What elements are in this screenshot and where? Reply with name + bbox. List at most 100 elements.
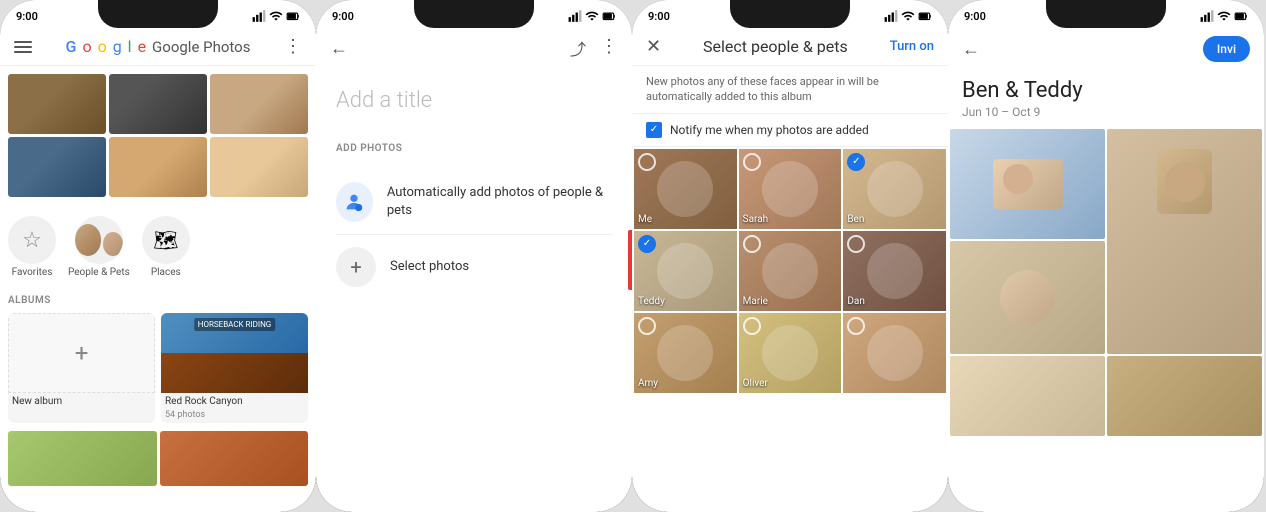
share-button[interactable]: ⤴ xyxy=(570,36,586,60)
album-info: Ben & Teddy Jun 10 – Oct 9 xyxy=(948,70,1264,129)
person-card-me[interactable]: Me xyxy=(634,149,737,229)
phone-4: 9:00 ← Invi Ben & Teddy Jun 10 – Oct 9 xyxy=(948,0,1264,512)
red-rock-thumb: HORSEBACK RIDING xyxy=(161,313,308,393)
places-category[interactable]: 🗺 Places xyxy=(142,216,190,278)
wifi-icon-3 xyxy=(901,9,915,23)
people-face-icon: 🐾 xyxy=(336,182,373,222)
logo-g2: g xyxy=(113,37,122,56)
auto-add-text: Automatically add photos of people & pet… xyxy=(387,184,612,220)
person-name-ben: Ben xyxy=(847,214,864,225)
collage-photo-2[interactable] xyxy=(1107,129,1262,354)
dan-select-circle[interactable] xyxy=(847,235,865,253)
photo-row-1 xyxy=(8,74,308,134)
star-icon: ☆ xyxy=(22,228,42,253)
face-teddy-circle xyxy=(657,243,713,299)
signal-icon xyxy=(252,9,266,23)
collage-photo-3[interactable] xyxy=(950,241,1105,354)
ben-select-circle[interactable]: ✓ xyxy=(847,153,865,171)
sign-text: HORSEBACK RIDING xyxy=(194,318,276,331)
collage-photo-5[interactable] xyxy=(1107,356,1262,436)
person-card-oliver[interactable]: Oliver xyxy=(739,313,842,393)
places-icon-container: 🗺 xyxy=(142,216,190,264)
teddy-select-circle[interactable]: ✓ xyxy=(638,235,656,253)
photo-grid xyxy=(0,66,316,208)
select-photos-option[interactable]: + Select photos xyxy=(336,235,612,299)
notify-row[interactable]: ✓ Notify me when my photos are added xyxy=(632,114,948,147)
more-button-2[interactable]: ⋮ xyxy=(600,36,618,60)
baby-face xyxy=(1165,162,1205,202)
notify-checkbox[interactable]: ✓ xyxy=(646,122,662,138)
people-grid: Me Sarah ✓ Ben xyxy=(632,147,948,395)
auto-add-option[interactable]: 🐾 Automatically add photos of people & p… xyxy=(336,170,612,235)
people-pets-category[interactable]: People & Pets xyxy=(68,216,130,278)
photo-thumb[interactable] xyxy=(210,137,308,197)
person-name-oliver: Oliver xyxy=(743,378,768,389)
face-close-up xyxy=(1000,270,1055,325)
face-dan-circle xyxy=(867,243,923,299)
favorites-label: Favorites xyxy=(12,267,53,278)
phone2-content: Add a title ADD PHOTOS 🐾 Automatically a… xyxy=(316,68,632,319)
menu-button[interactable] xyxy=(14,41,32,53)
face-smile-icon: 🐾 xyxy=(343,191,365,213)
back-button-2[interactable]: ← xyxy=(330,38,348,59)
turn-on-button[interactable]: Turn on xyxy=(890,39,934,54)
red-rock-album-card[interactable]: HORSEBACK RIDING Red Rock Canyon 54 phot… xyxy=(161,313,308,423)
plus-icon: + xyxy=(75,339,89,367)
status-time-2: 9:00 xyxy=(332,10,354,23)
baby-portrait xyxy=(1157,149,1212,214)
face-icon-1 xyxy=(75,224,101,256)
person-card-sarah[interactable]: Sarah xyxy=(739,149,842,229)
bottom-photo-2[interactable] xyxy=(160,431,309,486)
extra-select-circle[interactable] xyxy=(847,317,865,335)
album-title: Ben & Teddy xyxy=(962,78,1250,103)
amy-select-circle[interactable] xyxy=(638,317,656,335)
person-card-amy[interactable]: Amy xyxy=(634,313,737,393)
back-button-4[interactable]: ← xyxy=(962,39,980,60)
select-photos-text: Select photos xyxy=(390,258,469,276)
logo-o1: o xyxy=(82,37,91,56)
status-icons-3 xyxy=(884,9,932,23)
collage-photo-1[interactable] xyxy=(950,129,1105,239)
album-dates: Jun 10 – Oct 9 xyxy=(962,105,1250,119)
invite-button[interactable]: Invi xyxy=(1203,36,1250,62)
phone-3: 9:00 ✕ Select people & pets Turn on New … xyxy=(632,0,948,512)
photo-thumb[interactable] xyxy=(8,137,106,197)
person-card-extra[interactable] xyxy=(843,313,946,393)
face-ben-circle xyxy=(867,161,923,217)
more-button-1[interactable]: ⋮ xyxy=(284,36,302,57)
oliver-select-circle[interactable] xyxy=(743,317,761,335)
person-card-marie[interactable]: Marie xyxy=(739,231,842,311)
status-icons-4 xyxy=(1200,9,1248,23)
me-select-circle[interactable] xyxy=(638,153,656,171)
photo-thumb[interactable] xyxy=(8,74,106,134)
photo-thumb[interactable] xyxy=(109,137,207,197)
collage-photo-4[interactable] xyxy=(950,356,1105,436)
category-row: ☆ Favorites People & Pets 🗺 Places xyxy=(0,208,316,282)
status-time-4: 9:00 xyxy=(964,10,986,23)
album-name: Red Rock Canyon xyxy=(161,393,308,410)
photo-thumb[interactable] xyxy=(109,74,207,134)
wifi-icon-4 xyxy=(1217,9,1231,23)
person-name-amy: Amy xyxy=(638,378,658,389)
photo-thumb[interactable] xyxy=(210,74,308,134)
album-grid: + New album HORSEBACK RIDING Red Rock Ca… xyxy=(8,313,308,423)
new-album-card[interactable]: + New album xyxy=(8,313,155,423)
notify-label: Notify me when my photos are added xyxy=(670,123,869,137)
favorites-category[interactable]: ☆ Favorites xyxy=(8,216,56,278)
new-album-name: New album xyxy=(8,393,155,410)
status-icons-1 xyxy=(252,9,300,23)
close-button[interactable]: ✕ xyxy=(646,36,661,57)
battery-icon-3 xyxy=(918,9,932,23)
person-name-me: Me xyxy=(638,214,652,225)
sarah-select-circle[interactable] xyxy=(743,153,761,171)
person-card-ben[interactable]: ✓ Ben xyxy=(843,149,946,229)
bottom-photo-1[interactable] xyxy=(8,431,157,486)
face-icon-2 xyxy=(103,232,123,256)
phone-2: 9:00 ← ⤴ ⋮ Add a title ADD PHOTOS xyxy=(316,0,632,512)
add-title-input[interactable]: Add a title xyxy=(336,88,612,113)
marie-select-circle[interactable] xyxy=(743,235,761,253)
logo-g: G xyxy=(66,37,77,56)
person-card-dan[interactable]: Dan xyxy=(843,231,946,311)
person-card-teddy[interactable]: ✓ Teddy xyxy=(634,231,737,311)
face-extra-circle xyxy=(867,325,923,381)
